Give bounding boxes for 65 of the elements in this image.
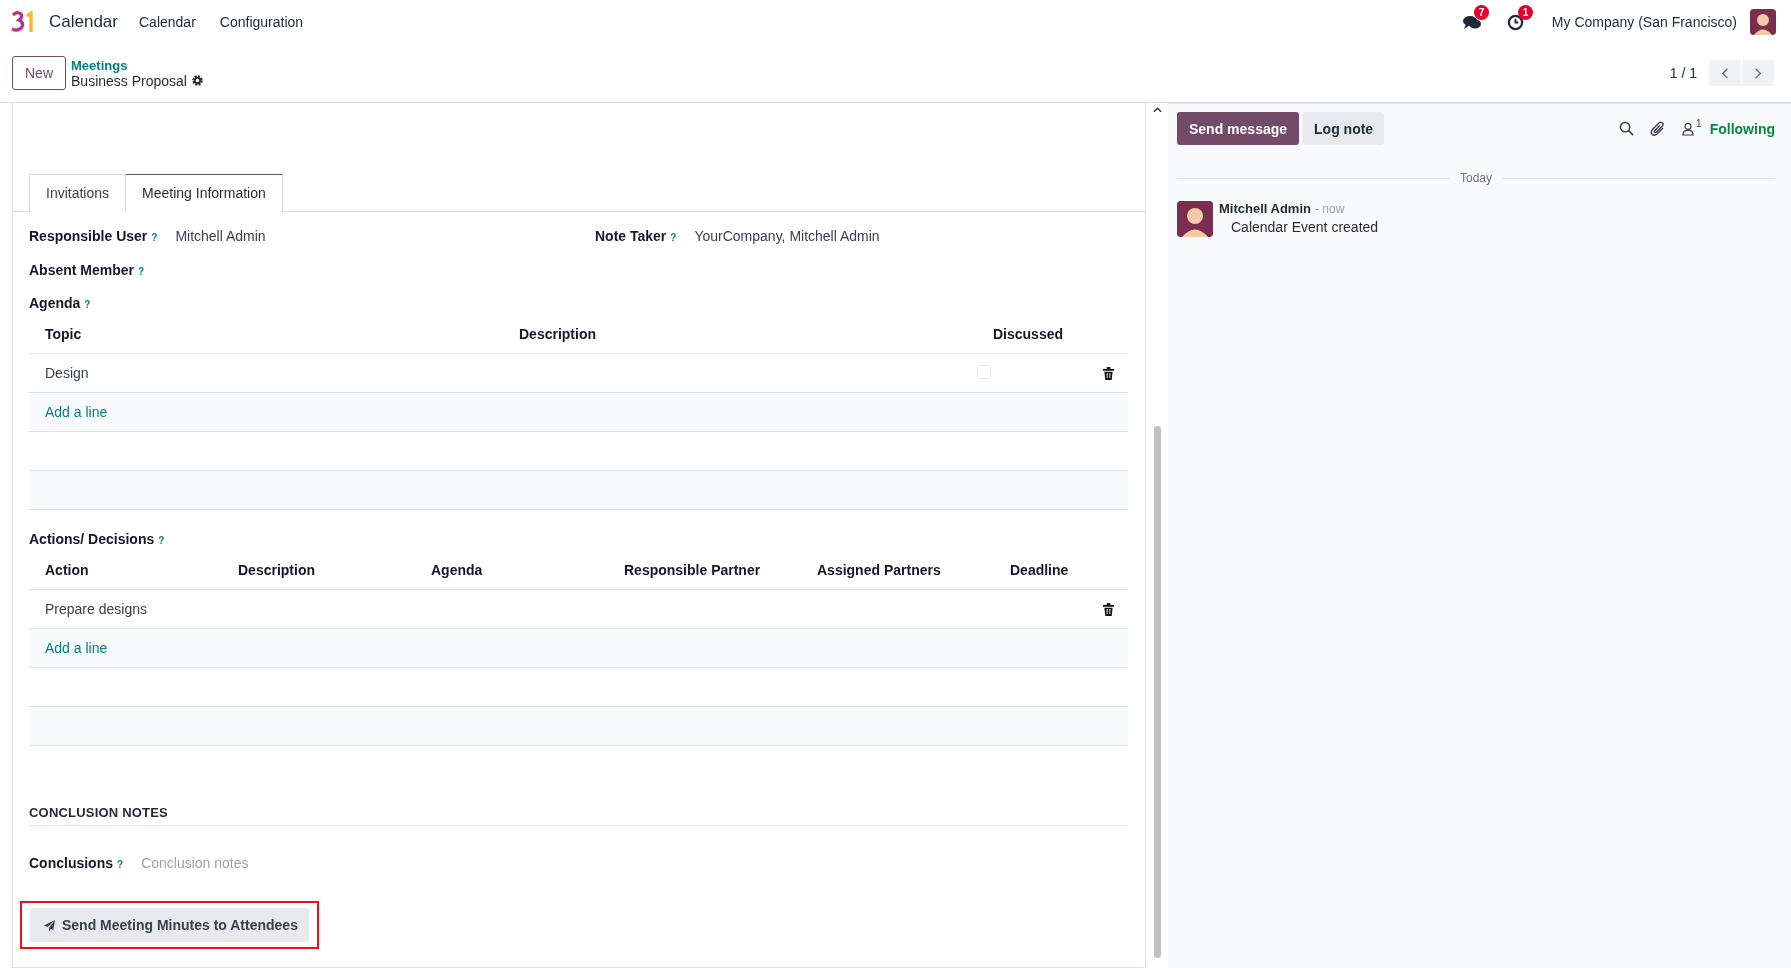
tab[interactable]: Meeting Information [125,174,283,212]
help-tooltip[interactable]: ? [670,232,677,243]
help-tooltip[interactable]: ? [151,232,158,243]
column-header[interactable]: Discussed [977,326,1064,342]
help-tooltip[interactable]: ? [117,859,124,870]
menu-item[interactable]: Calendar [139,14,196,30]
field-label: Conclusions [29,855,113,871]
chevron-right-icon [1754,66,1762,80]
scrollbar-thumb[interactable] [1153,426,1161,958]
breadcrumb-link[interactable]: Meetings [71,57,204,73]
message-time: - now [1314,202,1345,216]
followers-count: 1 [1696,117,1702,129]
settings-icon[interactable] [190,74,204,87]
section-title: CONCLUSION NOTES [29,805,1128,826]
date-separator: Today [1450,171,1502,185]
trash-icon[interactable] [1102,366,1114,380]
field-label: Agenda [29,295,81,311]
notification-badge: 7 [1473,5,1490,20]
field-label: Responsible User [29,228,148,244]
avatar-icon[interactable] [1177,201,1213,237]
trash-icon[interactable] [1102,602,1114,616]
add-line-link[interactable]: Add a line [29,393,108,431]
field-label: Note Taker [595,228,667,244]
column-header[interactable]: Description [503,326,596,342]
tab[interactable]: Invitations [29,174,127,212]
field-value[interactable]: YourCompany, Mitchell Admin [694,228,880,244]
pager-value: 1 / 1 [1669,65,1697,81]
table-cell-text: Prepare designs [44,601,147,617]
column-header[interactable]: Assigned Partners [801,562,941,578]
message-author[interactable]: Mitchell Admin [1219,201,1311,216]
column-header[interactable]: Responsible Partner [608,562,761,578]
send-minutes-button[interactable]: Send Meeting Minutes to Attendees [30,908,309,942]
chevron-left-icon [1721,66,1729,80]
record-title: Business Proposal [71,72,187,89]
person-icon[interactable] [1682,121,1695,136]
menu-item[interactable]: Configuration [219,14,304,30]
following-button[interactable]: Following [1709,120,1775,137]
checkbox[interactable] [977,364,991,379]
search-icon[interactable] [1619,121,1635,136]
help-tooltip[interactable]: ? [84,299,91,310]
paperclip-icon[interactable] [1650,120,1667,137]
table-cell-text: Design [44,365,89,381]
chat-bubbles-icon[interactable] [1462,14,1481,30]
app-name[interactable]: Calendar [49,12,118,32]
column-header[interactable]: Deadline [994,562,1069,578]
add-line-link[interactable]: Add a line [29,629,108,667]
help-tooltip[interactable]: ? [158,535,165,546]
new-button[interactable]: New [12,56,66,90]
user-avatar-icon[interactable] [1750,9,1776,35]
chevron-up-icon[interactable] [1152,107,1162,113]
field-value[interactable]: Mitchell Admin [175,228,266,244]
paper-plane-icon [43,918,56,932]
column-header[interactable]: Action [29,562,89,578]
log-note-button[interactable]: Log note [1303,112,1385,145]
message-text: Calendar Event created [1231,219,1379,235]
help-tooltip[interactable]: ? [138,266,145,277]
notification-badge: 1 [1517,4,1534,20]
column-header[interactable]: Agenda [415,562,483,578]
column-header[interactable]: Topic [29,326,82,342]
field-label: Actions/ Decisions [29,531,155,547]
send-message-button[interactable]: Send message [1177,112,1300,145]
clock-icon[interactable] [1506,13,1524,31]
column-header[interactable]: Description [222,562,315,578]
company-switcher[interactable]: My Company (San Francisco) [1551,14,1737,30]
field-label: Absent Member [29,262,135,278]
